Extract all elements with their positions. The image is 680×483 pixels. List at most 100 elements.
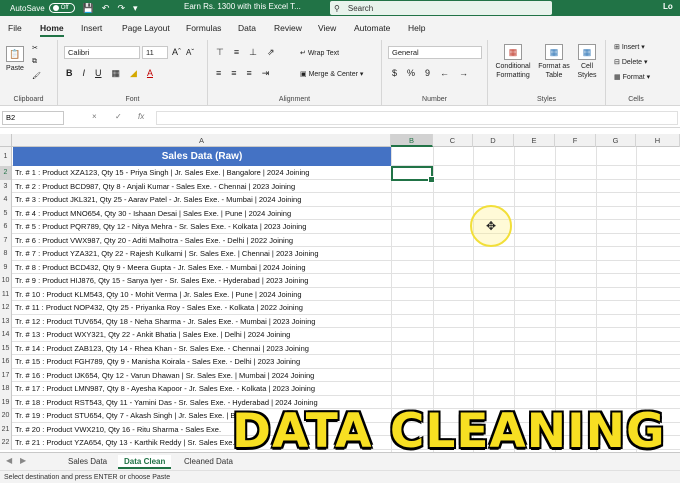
cell-a[interactable]: Tr. # 10 : Product KLM543, Qty 10 - Mohi…	[13, 288, 391, 302]
number-format-box[interactable]: General	[388, 46, 482, 59]
sheet-title-cell[interactable]: Sales Data (Raw)	[13, 147, 391, 166]
row-header[interactable]: 17	[0, 368, 12, 382]
row-header[interactable]: 7	[0, 233, 12, 247]
align-center-icon[interactable]: ≡	[231, 68, 236, 79]
tab-data[interactable]: Data	[238, 23, 256, 33]
cell-a[interactable]: Tr. # 16 : Product IJK654, Qty 12 - Varu…	[13, 369, 391, 383]
font-size-box[interactable]: 11	[142, 46, 168, 59]
tab-file[interactable]: File	[8, 23, 22, 33]
cell-a[interactable]: Tr. # 17 : Product LMN987, Qty 8 - Ayesh…	[13, 382, 391, 396]
formula-input[interactable]	[156, 111, 678, 125]
undo-icon[interactable]: ↶	[102, 3, 110, 14]
row-header[interactable]: 6	[0, 220, 12, 234]
bold-button[interactable]: B	[66, 68, 73, 79]
column-header-f[interactable]: F	[555, 134, 596, 147]
copy-icon[interactable]: ⧉	[32, 58, 37, 66]
increase-font-icon[interactable]: Aˆ	[172, 47, 181, 57]
cell-a[interactable]: Tr. # 14 : Product ZAB123, Qty 14 - Rhea…	[13, 342, 391, 356]
cancel-icon[interactable]: ×	[92, 112, 97, 121]
row-header[interactable]: 13	[0, 314, 12, 328]
font-name-box[interactable]: Calibri	[64, 46, 140, 59]
cell-a[interactable]: Tr. # 9 : Product HIJ876, Qty 15 - Sanya…	[13, 274, 391, 288]
align-top-icon[interactable]: ⊤	[216, 47, 224, 58]
insert-cells-button[interactable]: ⊞ Insert ▾	[614, 43, 645, 51]
comma-button[interactable]: 9	[425, 68, 430, 78]
italic-button[interactable]: I	[83, 68, 86, 79]
indent-icon[interactable]: ⇥	[262, 68, 270, 79]
tab-insert[interactable]: Insert	[81, 23, 102, 33]
tab-view[interactable]: View	[318, 23, 336, 33]
align-left-icon[interactable]: ≡	[216, 68, 221, 79]
currency-button[interactable]: $	[392, 68, 397, 78]
borders-icon[interactable]: ▦	[112, 68, 121, 79]
active-cell-b2[interactable]	[391, 166, 435, 183]
cell-a[interactable]: Tr. # 7 : Product YZA321, Qty 22 - Rajes…	[13, 247, 391, 261]
next-sheet-icon[interactable]: ▶	[20, 456, 26, 465]
cell-a[interactable]: Tr. # 2 : Product BCD987, Qty 8 - Anjali…	[13, 180, 391, 194]
row-header[interactable]: 9	[0, 260, 12, 274]
row-header[interactable]: 20	[0, 409, 12, 423]
column-header-a[interactable]: A	[13, 134, 391, 147]
format-painter-icon[interactable]: 🖌	[32, 72, 41, 80]
conditional-formatting-button[interactable]: ▦ Conditional Formatting	[490, 44, 536, 80]
column-header-g[interactable]: G	[596, 134, 636, 147]
decrease-decimal-icon[interactable]: →	[459, 68, 468, 78]
sheet-tab-sales-data[interactable]: Sales Data	[62, 455, 113, 469]
cell-a[interactable]: Tr. # 11 : Product NOP432, Qty 25 - Priy…	[13, 301, 391, 315]
cell-a[interactable]: Tr. # 4 : Product MNO654, Qty 30 - Ishaa…	[13, 207, 391, 221]
autosave-toggle[interactable]: Off	[48, 3, 75, 13]
tab-review[interactable]: Review	[274, 23, 302, 33]
fill-color-icon[interactable]: ◢	[130, 68, 137, 79]
row-header[interactable]: 3	[0, 179, 12, 193]
format-cells-button[interactable]: ▦ Format ▾	[614, 73, 650, 81]
cell-a[interactable]: Tr. # 3 : Product JKL321, Qty 25 - Aarav…	[13, 193, 391, 207]
wrap-text-button[interactable]: ↵ Wrap Text	[300, 49, 339, 57]
orientation-icon[interactable]: ⇗	[267, 47, 275, 58]
column-header-e[interactable]: E	[514, 134, 555, 147]
row-header[interactable]: 15	[0, 341, 12, 355]
row-header[interactable]: 22	[0, 436, 12, 450]
save-icon[interactable]: 💾	[83, 3, 94, 14]
column-header-h[interactable]: H	[636, 134, 680, 147]
cell-a[interactable]: Tr. # 12 : Product TUV654, Qty 18 - Neha…	[13, 315, 391, 329]
cell-a[interactable]: Tr. # 8 : Product BCD432, Qty 9 - Meera …	[13, 261, 391, 275]
increase-decimal-icon[interactable]: ←	[440, 68, 449, 78]
enter-icon[interactable]: ✓	[115, 112, 122, 121]
column-header-d[interactable]: D	[473, 134, 514, 147]
decrease-font-icon[interactable]: Aˇ	[186, 48, 194, 57]
tab-home[interactable]: Home	[40, 23, 64, 33]
align-bottom-icon[interactable]: ⊥	[249, 47, 257, 58]
row-header[interactable]: 1	[0, 147, 12, 166]
align-right-icon[interactable]: ≡	[247, 68, 252, 79]
prev-sheet-icon[interactable]: ◀	[6, 456, 12, 465]
cell-a[interactable]: Tr. # 13 : Product WXY321, Qty 22 - Anki…	[13, 328, 391, 342]
row-header[interactable]: 5	[0, 206, 12, 220]
column-header-b[interactable]: B	[391, 134, 433, 147]
sheet-tab-data-clean[interactable]: Data Clean	[118, 455, 172, 469]
row-header[interactable]: 4	[0, 193, 12, 207]
align-middle-icon[interactable]: ≡	[234, 47, 239, 58]
customize-quick-access-icon[interactable]: ▾	[133, 3, 138, 14]
merge-center-button[interactable]: ▣ Merge & Center ▾	[300, 70, 363, 78]
row-header[interactable]: 11	[0, 287, 12, 301]
cut-icon[interactable]: ✂	[32, 44, 38, 52]
percent-button[interactable]: %	[407, 68, 415, 78]
search-box[interactable]: ⚲ Search	[330, 1, 552, 15]
column-header-c[interactable]: C	[433, 134, 473, 147]
user-account[interactable]: Lo	[663, 2, 673, 11]
cell-a[interactable]: Tr. # 15 : Product FGH789, Qty 9 - Manis…	[13, 355, 391, 369]
name-box[interactable]: B2	[2, 111, 64, 125]
cell-styles-button[interactable]: ▦ Cell Styles	[572, 44, 602, 80]
row-header[interactable]: 19	[0, 395, 12, 409]
row-header[interactable]: 14	[0, 328, 12, 342]
delete-cells-button[interactable]: ⊟ Delete ▾	[614, 58, 648, 66]
select-all-corner[interactable]	[0, 134, 12, 147]
cell-a[interactable]: Tr. # 1 : Product XZA123, Qty 15 - Priya…	[13, 166, 391, 180]
row-header[interactable]: 12	[0, 301, 12, 315]
row-header[interactable]: 16	[0, 355, 12, 369]
format-as-table-button[interactable]: ▦ Format as Table	[536, 44, 572, 80]
insert-function-icon[interactable]: fx	[138, 112, 144, 121]
sheet-tab-cleaned-data[interactable]: Cleaned Data	[178, 455, 239, 469]
cell-a[interactable]: Tr. # 5 : Product PQR789, Qty 12 - Nitya…	[13, 220, 391, 234]
tab-automate[interactable]: Automate	[354, 23, 390, 33]
